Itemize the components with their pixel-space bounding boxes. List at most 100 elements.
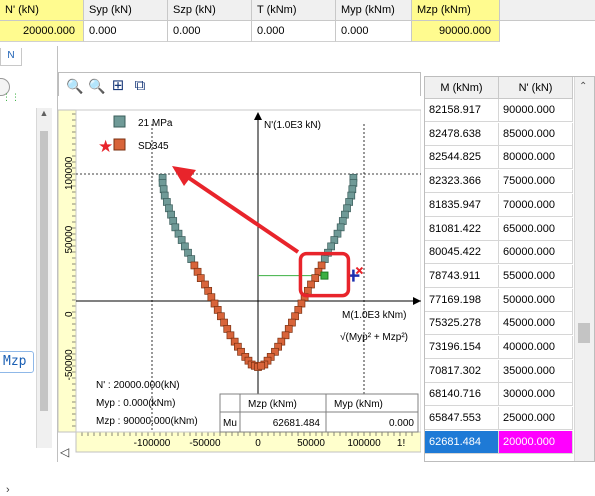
cell-m[interactable]: 81835.947 [425, 193, 499, 217]
table-row[interactable]: 82323.366 75000.000 [425, 170, 573, 194]
table-row[interactable]: 81835.947 70000.000 [425, 193, 573, 217]
cell-t[interactable]: 0.000 [252, 21, 336, 42]
header-syp[interactable]: Syp (kN) [84, 0, 168, 21]
data-point [174, 229, 183, 238]
table-row[interactable]: 70817.302 35000.000 [425, 359, 573, 383]
cell-m[interactable]: 73196.154 [425, 336, 499, 359]
table-row[interactable]: 77169.198 50000.000 [425, 288, 573, 312]
cell-syp[interactable]: 0.000 [84, 21, 168, 42]
data-point [169, 217, 178, 225]
data-point [196, 274, 205, 282]
data-point [210, 299, 219, 308]
cell-m[interactable]: 82158.917 [425, 99, 499, 122]
left-tab[interactable]: N [0, 48, 22, 66]
cell-mzp[interactable]: 90000.000 [412, 21, 500, 42]
cell-m[interactable]: 82544.825 [425, 146, 499, 170]
cell-m[interactable]: 62681.484 [425, 430, 499, 454]
table-row[interactable]: 82158.917 90000.000 [425, 99, 573, 122]
cell-n[interactable]: 75000.000 [499, 170, 573, 194]
table-row[interactable]: 62681.484 20000.000 [425, 430, 573, 454]
cell-m[interactable]: 82478.638 [425, 122, 499, 146]
table-row[interactable]: 78743.911 55000.000 [425, 264, 573, 288]
data-point [336, 223, 345, 232]
data-point [171, 223, 180, 232]
mu-point[interactable] [320, 271, 329, 280]
plot-scroll-left-icon[interactable]: ◁ [60, 445, 69, 459]
cell-n[interactable]: 25000.000 [499, 407, 573, 431]
table-row[interactable]: 82544.825 80000.000 [425, 146, 573, 170]
force-input-table: N' (kN) Syp (kN) Szp (kN) T (kNm) Myp (k… [0, 0, 595, 46]
result-table: Mzp (kNm) Myp (kNm) Mu 62681.484 0.000 [219, 393, 419, 433]
scroll-up-arrow-icon[interactable]: ▲ [39, 108, 49, 124]
cell-n[interactable]: 65000.000 [499, 217, 573, 241]
interaction-results-table: M (kNm) N' (kN) 82158.917 90000.000 82478.… [424, 76, 595, 462]
x-axis-formula: √(Myp² + Mzp²) [340, 331, 408, 343]
cell-m[interactable]: 77169.198 [425, 288, 499, 312]
x-tick-label: 1! [397, 438, 405, 449]
data-point [348, 185, 357, 194]
cell-n[interactable]: 45000.000 [499, 312, 573, 336]
fit-all-icon[interactable]: ⊞ [110, 78, 126, 94]
y-axis-title: N'(1.0E3 kN) [264, 120, 321, 131]
cell-n[interactable]: 35000.000 [499, 359, 573, 383]
data-point [159, 185, 168, 194]
cell-n[interactable]: 55000.000 [499, 264, 573, 288]
cell-m[interactable]: 81081.422 [425, 217, 499, 241]
left-chevron-icon[interactable]: › [6, 484, 10, 496]
table-row[interactable]: 65847.553 25000.000 [425, 407, 573, 431]
table-row[interactable]: 80045.422 60000.000 [425, 241, 573, 265]
header-n[interactable]: N' (kN) [0, 0, 84, 21]
header-myp[interactable]: Myp (kNm) [336, 0, 412, 21]
cell-n[interactable]: 90000.000 [499, 99, 573, 122]
table-row[interactable]: 73196.154 40000.000 [425, 336, 573, 359]
cell-n[interactable]: 20000.000 [0, 21, 84, 42]
data-point [187, 255, 196, 263]
cell-n[interactable]: 80000.000 [499, 146, 573, 170]
data-point [204, 286, 213, 295]
cell-n[interactable]: 50000.000 [499, 288, 573, 312]
data-point [338, 217, 347, 225]
data-point [223, 325, 232, 333]
cell-m[interactable]: 75325.278 [425, 312, 499, 336]
data-point [320, 255, 329, 263]
data-point [162, 198, 171, 206]
rt-vertical-scrollbar[interactable]: ⌃ [574, 77, 594, 461]
cell-szp[interactable]: 0.000 [168, 21, 252, 42]
data-point [220, 318, 228, 327]
table-row[interactable]: 81081.422 65000.000 [425, 217, 573, 241]
cell-n[interactable]: 20000.000 [499, 430, 573, 454]
cell-m[interactable]: 70817.302 [425, 359, 499, 383]
legend-swatch-sd345 [113, 138, 126, 151]
table-row[interactable]: 82478.638 85000.000 [425, 122, 573, 146]
zoom-in-icon[interactable]: 🔍 [66, 78, 83, 94]
cell-m[interactable]: 65847.553 [425, 407, 499, 431]
data-point [288, 318, 296, 327]
data-point [184, 248, 192, 257]
cell-n[interactable]: 40000.000 [499, 336, 573, 359]
cell-n[interactable]: 30000.000 [499, 383, 573, 407]
left-scroll-thumb[interactable] [40, 131, 48, 411]
header-mzp[interactable]: Mzp (kNm) [412, 0, 500, 21]
rt-header-m[interactable]: M (kNm) [425, 77, 499, 99]
rt-header-n[interactable]: N' (kN) [499, 77, 573, 99]
rt-scroll-up-icon[interactable]: ⌃ [579, 81, 587, 92]
data-point [343, 204, 351, 213]
table-row[interactable]: 68140.716 30000.000 [425, 383, 573, 407]
cell-myp[interactable]: 0.000 [336, 21, 412, 42]
cell-n[interactable]: 60000.000 [499, 241, 573, 265]
interaction-diagram[interactable]: N'(1.0E3 kN) M(1.0E3 kNm) √(Myp² + Mzp²)… [58, 96, 421, 462]
cell-n[interactable]: 85000.000 [499, 122, 573, 146]
cell-m[interactable]: 78743.911 [425, 264, 499, 288]
cell-n[interactable]: 70000.000 [499, 193, 573, 217]
cell-m[interactable]: 80045.422 [425, 241, 499, 265]
header-szp[interactable]: Szp (kN) [168, 0, 252, 21]
info-myp: Myp : 0.000(kNm) [96, 398, 175, 409]
zoom-out-icon[interactable]: 🔍 [88, 78, 105, 94]
zoom-window-icon[interactable]: ⧉ [132, 78, 148, 94]
table-row[interactable]: 75325.278 45000.000 [425, 312, 573, 336]
cell-m[interactable]: 68140.716 [425, 383, 499, 407]
header-t[interactable]: T (kNm) [252, 0, 336, 21]
cell-m[interactable]: 82323.366 [425, 170, 499, 194]
rt-scroll-thumb[interactable] [578, 323, 590, 343]
result-myp-value: 0.000 [389, 418, 414, 429]
